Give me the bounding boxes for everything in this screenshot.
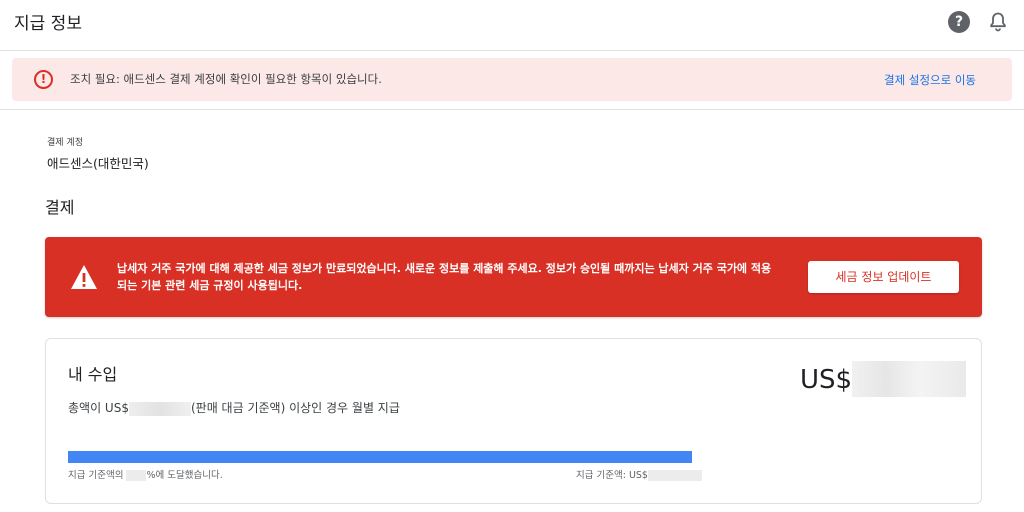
earnings-currency: US$	[800, 365, 853, 395]
payment-progress-fill	[68, 451, 692, 463]
redacted-threshold-amount	[647, 470, 702, 481]
action-required-banner: ! 조치 필요: 애드센스 결제 계정에 확인이 필요한 항목이 있습니다. 결…	[12, 58, 1012, 101]
bell-icon[interactable]	[986, 10, 1010, 34]
threshold-desc-prefix: 총액이 US$	[68, 401, 129, 415]
earnings-amount: US$	[800, 365, 852, 395]
redacted-threshold	[128, 401, 191, 416]
page-title: 지급 정보	[14, 14, 82, 34]
header-divider	[0, 109, 1024, 110]
help-icon[interactable]: ?	[948, 11, 970, 33]
payment-account-label: 결제 계정	[47, 138, 83, 148]
payment-progress-bar	[68, 451, 692, 463]
warning-triangle-icon	[71, 265, 97, 289]
earnings-title: 내 수입	[68, 365, 118, 384]
tax-info-expired-banner: 납세자 거주 국가에 대해 제공한 세금 정보가 만료되었습니다. 새로운 정보…	[45, 237, 982, 317]
alert-circle-icon: !	[34, 70, 53, 89]
progress-left-suffix: %에 도달했습니다.	[146, 470, 223, 481]
payments-section-title: 결제	[45, 198, 75, 217]
update-tax-info-button[interactable]: 세금 정보 업데이트	[808, 261, 959, 293]
top-bar: 지급 정보 ?	[0, 0, 1024, 51]
go-to-payment-settings-link[interactable]: 결제 설정으로 이동	[884, 72, 976, 88]
progress-right-prefix: 지급 기준액: US$	[576, 470, 648, 481]
payment-threshold-description: 총액이 US$ (판매 대금 기준액) 이상인 경우 월별 지급	[68, 399, 400, 416]
threshold-desc-suffix: (판매 대금 기준액) 이상인 경우 월별 지급	[190, 401, 400, 415]
payment-account-value: 애드센스(대한민국)	[47, 156, 149, 171]
progress-threshold-text: 지급 기준액: US$	[576, 467, 702, 481]
tax-info-message: 납세자 거주 국가에 대해 제공한 세금 정보가 만료되었습니다. 새로운 정보…	[117, 262, 772, 292]
action-required-message: 조치 필요: 애드센스 결제 계정에 확인이 필요한 항목이 있습니다.	[70, 72, 382, 86]
redacted-amount	[852, 361, 966, 397]
redacted-percent	[126, 470, 147, 481]
progress-percent-text: 지급 기준액의 %에 도달했습니다.	[68, 467, 223, 481]
earnings-card: 내 수입 US$ 총액이 US$ (판매 대금 기준액) 이상인 경우 월별 지급…	[45, 338, 982, 504]
progress-left-prefix: 지급 기준액의	[68, 470, 127, 481]
